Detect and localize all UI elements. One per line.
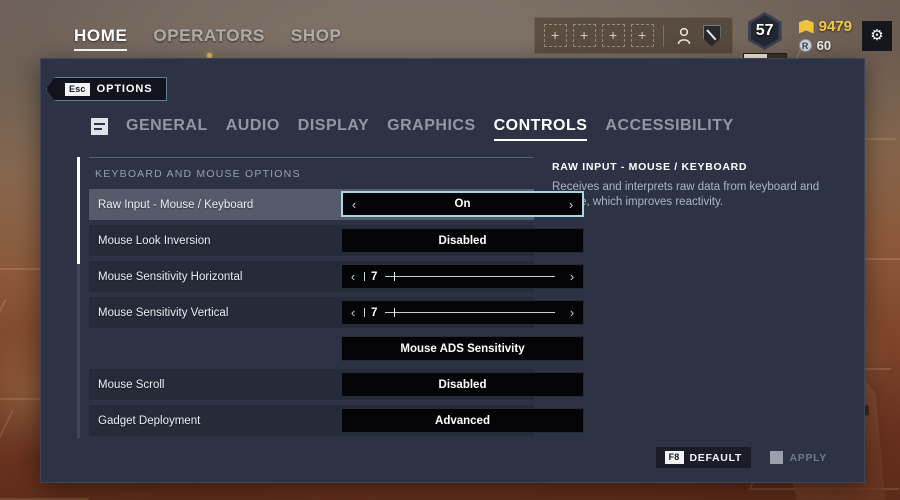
hud: + + + + 57 9479 R 60 ⚙ xyxy=(533,12,892,59)
setting-control-value[interactable]: Disabled xyxy=(341,228,584,253)
section-header: KEYBOARD AND MOUSE OPTIONS xyxy=(95,168,301,180)
settings-button[interactable]: ⚙ xyxy=(862,20,892,51)
settings-scrollbar[interactable] xyxy=(77,157,80,438)
info-title: RAW INPUT - MOUSE / KEYBOARD xyxy=(552,161,748,173)
setting-value: 7 xyxy=(371,306,378,319)
gear-icon: ⚙ xyxy=(870,27,884,44)
credits-row: R 60 xyxy=(798,38,852,53)
tab-graphics[interactable]: GRAPHICS xyxy=(387,117,475,141)
stepper-next-arrow-icon[interactable]: › xyxy=(561,269,583,284)
setting-control-button[interactable]: Mouse ADS Sensitivity xyxy=(341,336,584,361)
slider-track-wrap[interactable] xyxy=(383,307,559,318)
setting-value: Disabled xyxy=(438,234,487,247)
settings-list-icon xyxy=(91,118,108,135)
setting-label: Raw Input - Mouse / Keyboard xyxy=(98,198,254,211)
setting-label: Gadget Deployment xyxy=(98,414,201,427)
stepper-prev-arrow-icon[interactable]: ‹ xyxy=(342,269,364,284)
nav-item-shop-label: SHOP xyxy=(290,26,342,45)
slider-track xyxy=(385,312,555,313)
slider[interactable]: 7 xyxy=(364,307,561,319)
slider-track xyxy=(385,276,555,277)
nav-item-shop[interactable]: SHOP xyxy=(291,26,342,51)
main-nav: HOME OPERATORS SHOP xyxy=(74,26,342,58)
renown-row: 9479 xyxy=(798,18,852,35)
stepper-next-arrow-icon[interactable]: › xyxy=(560,197,582,212)
renown-value: 9479 xyxy=(818,18,852,35)
setting-control-stepper[interactable]: ‹ On › xyxy=(341,191,584,217)
back-button-label: OPTIONS xyxy=(96,83,153,95)
setting-value: Disabled xyxy=(438,378,487,391)
apply-button: APPLY xyxy=(761,447,836,468)
settings-tabs: GENERAL AUDIO DISPLAY GRAPHICS CONTROLS … xyxy=(91,117,734,141)
credits-icon: R xyxy=(798,39,812,52)
loadout-slot-2[interactable]: + xyxy=(572,24,596,47)
default-button[interactable]: F8 DEFAULT xyxy=(655,447,752,468)
setting-control-slider[interactable]: ‹ 7 › xyxy=(341,300,584,325)
back-button[interactable]: Esc OPTIONS xyxy=(46,77,168,101)
setting-value: On xyxy=(454,198,471,210)
tab-controls[interactable]: CONTROLS xyxy=(493,117,588,141)
shield-icon[interactable] xyxy=(701,24,723,47)
tab-audio[interactable]: AUDIO xyxy=(226,117,280,141)
tab-general[interactable]: GENERAL xyxy=(126,117,208,141)
level-badge: 57 xyxy=(742,12,787,59)
setting-control-value[interactable]: Disabled xyxy=(341,372,584,397)
options-panel: Esc OPTIONS GENERAL AUDIO DISPLAY GRAPHI… xyxy=(40,58,865,483)
hud-divider xyxy=(662,24,664,47)
slider-min-tick-icon xyxy=(364,272,365,281)
setting-value: Mouse ADS Sensitivity xyxy=(400,342,525,355)
setting-row-mouse-sensitivity-horizontal[interactable]: Mouse Sensitivity Horizontal ‹ 7 › xyxy=(89,261,584,292)
setting-control-value[interactable]: Advanced xyxy=(341,408,584,433)
setting-row-gadget-deployment[interactable]: Gadget Deployment Advanced xyxy=(89,405,584,436)
loadout-slots: + + + + xyxy=(533,17,733,54)
slider[interactable]: 7 xyxy=(364,271,561,283)
setting-row-mouse-look-inversion[interactable]: Mouse Look Inversion Disabled xyxy=(89,225,584,256)
slider-handle[interactable] xyxy=(393,308,395,317)
apply-key-badge xyxy=(770,451,784,464)
setting-row-mouse-sensitivity-vertical[interactable]: Mouse Sensitivity Vertical ‹ 7 › xyxy=(89,297,584,328)
nav-item-operators-label: OPERATORS xyxy=(153,26,265,45)
credits-value: 60 xyxy=(816,38,832,53)
settings-content: KEYBOARD AND MOUSE OPTIONS Raw Input - M… xyxy=(77,157,848,438)
nav-item-home[interactable]: HOME xyxy=(74,26,128,51)
setting-value: 7 xyxy=(371,270,378,283)
setting-control-slider[interactable]: ‹ 7 › xyxy=(341,264,584,289)
loadout-slot-4[interactable]: + xyxy=(630,24,654,47)
setting-label: Mouse Sensitivity Vertical xyxy=(98,306,229,319)
default-button-label: DEFAULT xyxy=(689,451,743,464)
setting-row-mouse-ads-sensitivity[interactable]: Mouse ADS Sensitivity xyxy=(89,333,584,364)
info-pane: RAW INPUT - MOUSE / KEYBOARD Receives an… xyxy=(552,157,848,438)
setting-label: Mouse Look Inversion xyxy=(98,234,211,247)
settings-list: KEYBOARD AND MOUSE OPTIONS Raw Input - M… xyxy=(89,157,584,438)
f8-key-badge: F8 xyxy=(664,451,684,464)
setting-label: Mouse Scroll xyxy=(98,378,165,391)
renown-icon xyxy=(798,19,814,34)
slider-handle[interactable] xyxy=(393,272,395,281)
level-hexagon: 57 xyxy=(747,12,782,50)
person-icon[interactable] xyxy=(673,24,695,47)
slider-track-wrap[interactable] xyxy=(383,271,559,282)
scrollbar-thumb[interactable] xyxy=(77,157,80,264)
loadout-slot-1[interactable]: + xyxy=(543,24,567,47)
setting-row-mouse-scroll[interactable]: Mouse Scroll Disabled xyxy=(89,369,584,400)
apply-button-label: APPLY xyxy=(789,451,827,464)
stepper-next-arrow-icon[interactable]: › xyxy=(561,305,583,320)
stepper-prev-arrow-icon[interactable]: ‹ xyxy=(342,305,364,320)
tab-accessibility[interactable]: ACCESSIBILITY xyxy=(605,117,733,141)
loadout-slot-3[interactable]: + xyxy=(601,24,625,47)
setting-row-raw-input[interactable]: Raw Input - Mouse / Keyboard ‹ On › xyxy=(89,189,584,220)
slider-min-tick-icon xyxy=(364,308,365,317)
stepper-prev-arrow-icon[interactable]: ‹ xyxy=(343,197,365,212)
level-value: 57 xyxy=(755,22,774,39)
panel-footer: F8 DEFAULT APPLY xyxy=(655,447,836,468)
setting-value: Advanced xyxy=(435,414,490,427)
tab-display[interactable]: DISPLAY xyxy=(298,117,369,141)
nav-item-home-label: HOME xyxy=(74,26,128,45)
nav-item-operators[interactable]: OPERATORS xyxy=(153,26,265,58)
esc-key-badge: Esc xyxy=(65,82,90,96)
top-bar: HOME OPERATORS SHOP + + + + 57 9479 R 60… xyxy=(0,0,900,62)
currency-group: 9479 R 60 xyxy=(798,18,852,53)
info-description: Receives and interprets raw data from ke… xyxy=(552,181,820,208)
setting-label: Mouse Sensitivity Horizontal xyxy=(98,270,243,283)
